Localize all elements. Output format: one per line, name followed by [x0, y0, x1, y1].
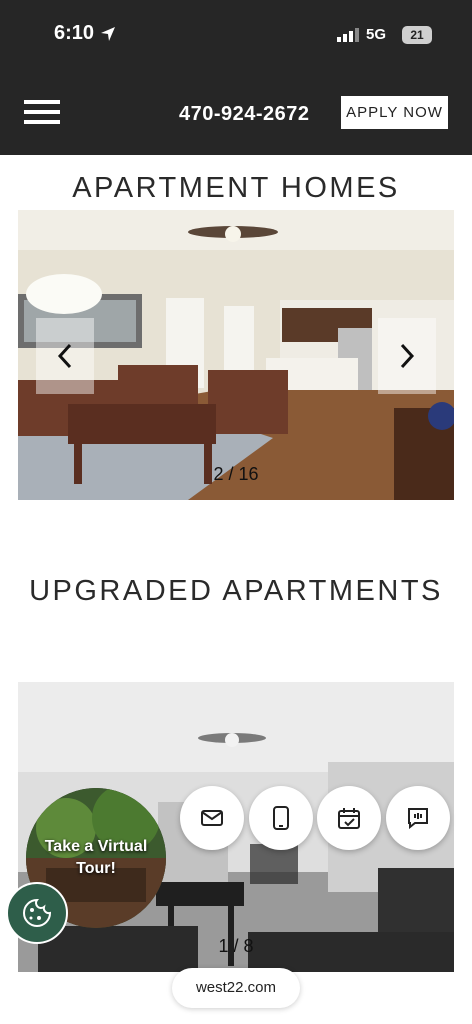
chat-icon: [408, 808, 428, 829]
section-title-upgraded-apartments: UPGRADED APARTMENTS: [29, 575, 443, 607]
status-bar: 6:10 5G 21: [0, 0, 472, 70]
location-arrow-icon: [101, 27, 115, 41]
cellular-signal-icon: [337, 28, 359, 42]
envelope-icon: [201, 810, 223, 826]
menu-icon[interactable]: [24, 100, 60, 126]
email-button[interactable]: [180, 786, 244, 850]
phone-icon: [273, 806, 289, 830]
apply-now-button[interactable]: APPLY NOW: [341, 96, 448, 129]
phone-link[interactable]: 470-924-2672: [179, 103, 310, 126]
apartment-homes-gallery[interactable]: 2 / 16: [18, 210, 454, 500]
gallery-counter: 2 / 16: [213, 464, 259, 484]
call-button[interactable]: [249, 786, 313, 850]
chat-button[interactable]: [386, 786, 450, 850]
cookie-icon: [23, 898, 52, 927]
chevron-right-icon: [400, 343, 415, 369]
calendar-check-icon: [338, 808, 360, 829]
cookie-preferences-button[interactable]: [6, 882, 68, 944]
site-header: 470-924-2672 APPLY NOW: [0, 70, 472, 155]
network-type: 5G: [366, 26, 387, 43]
schedule-tour-button[interactable]: [317, 786, 381, 850]
browser-url-bar[interactable]: west22.com: [172, 968, 300, 1008]
gallery-counter: 1 / 8: [218, 936, 254, 956]
status-time: 6:10: [54, 22, 95, 44]
battery-indicator: 21: [402, 26, 432, 44]
chevron-left-icon: [57, 343, 72, 369]
virtual-tour-label: Take a Virtual Tour!: [44, 838, 148, 877]
gallery-next-button[interactable]: [378, 318, 436, 394]
section-title-apartment-homes: APARTMENT HOMES: [72, 172, 400, 204]
gallery-prev-button[interactable]: [36, 318, 94, 394]
